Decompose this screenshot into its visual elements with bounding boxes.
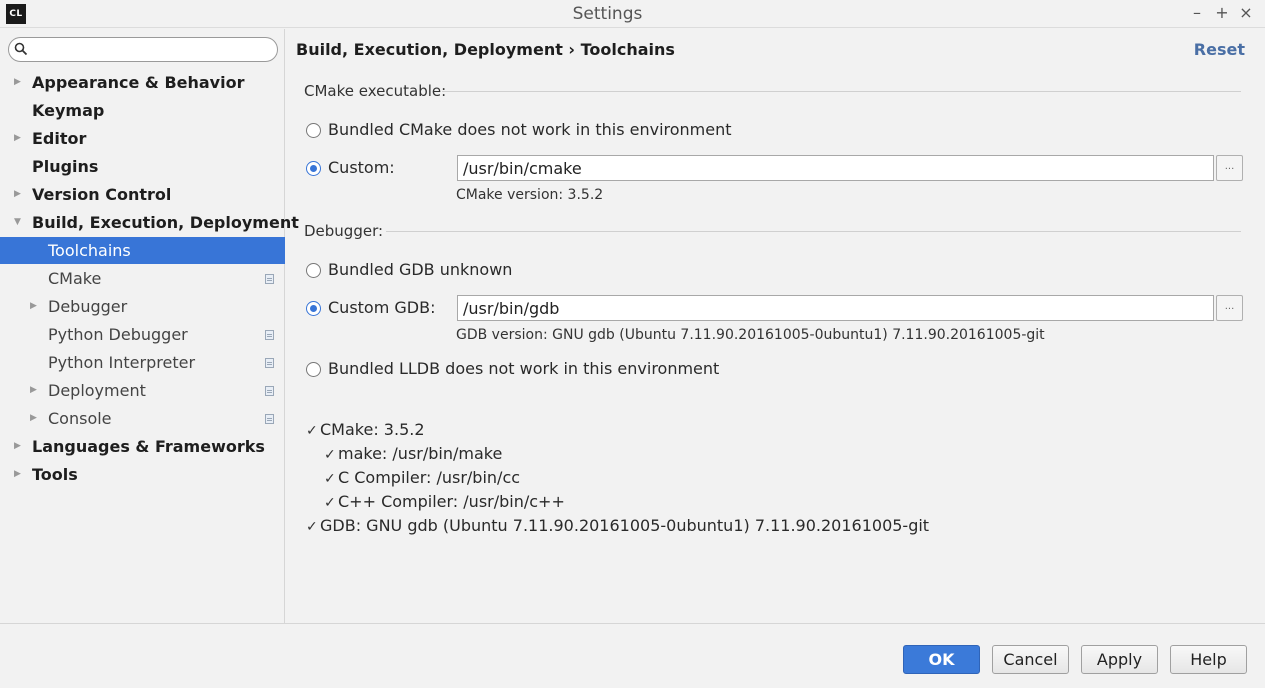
sidebar-item-label: Deployment — [48, 381, 146, 400]
sidebar-item-deployment[interactable]: ▶ Deployment — [0, 377, 285, 404]
make-check-row: ✓ make: /usr/bin/make — [324, 444, 502, 463]
close-icon[interactable]: × — [1236, 3, 1256, 23]
section-divider — [442, 91, 1241, 92]
cpp-compiler-check-row: ✓ C++ Compiler: /usr/bin/c++ — [324, 492, 565, 511]
custom-cmake-label: Custom: — [328, 158, 395, 177]
bundled-cmake-radio[interactable] — [306, 123, 321, 138]
sidebar-item-label: Keymap — [32, 101, 105, 120]
collapsed-arrow-icon[interactable]: ▶ — [30, 377, 37, 404]
cpp-compiler-check-text: C++ Compiler: /usr/bin/c++ — [338, 492, 565, 511]
sidebar-item-appearance-behavior[interactable]: ▶ Appearance & Behavior — [0, 69, 285, 96]
sidebar-item-toolchains[interactable]: Toolchains — [0, 237, 285, 264]
sidebar-item-tools[interactable]: ▶ Tools — [0, 461, 285, 488]
toolchains-panel: Build, Execution, Deployment › Toolchain… — [286, 29, 1265, 623]
title-bar: CL Settings – + × — [0, 0, 1265, 28]
settings-sidebar: ▶ Appearance & Behavior Keymap ▶ Editor Plugi… — [0, 29, 299, 623]
c-compiler-check-text: C Compiler: /usr/bin/cc — [338, 468, 521, 487]
sidebar-item-label: Debugger — [48, 297, 128, 316]
sidebar-item-languages-frameworks[interactable]: ▶ Languages & Frameworks — [0, 433, 285, 460]
sidebar-item-label: Console — [48, 409, 112, 428]
cmake-browse-button[interactable]: ... — [1216, 155, 1243, 181]
expanded-arrow-icon[interactable]: ▼ — [14, 209, 21, 236]
bundled-cmake-label: Bundled CMake does not work in this envi… — [328, 120, 732, 139]
bundled-gdb-label: Bundled GDB unknown — [328, 260, 513, 279]
sidebar-item-build-execution-deployment[interactable]: ▼ Build, Execution, Deployment — [0, 209, 299, 236]
project-level-icon — [265, 386, 274, 396]
check-icon: ✓ — [324, 471, 336, 487]
gdb-path-input[interactable] — [457, 295, 1214, 321]
c-compiler-check-row: ✓ C Compiler: /usr/bin/cc — [324, 468, 520, 487]
check-icon: ✓ — [324, 495, 336, 511]
collapsed-arrow-icon[interactable]: ▶ — [30, 405, 37, 432]
dialog-footer: OK Cancel Apply Help — [0, 623, 1265, 688]
check-icon: ✓ — [306, 423, 318, 439]
sidebar-item-label: Python Interpreter — [48, 353, 196, 372]
cmake-section-title: CMake executable: — [304, 82, 447, 100]
minimize-icon[interactable]: – — [1187, 3, 1207, 23]
search-icon — [14, 42, 28, 56]
cmake-check-row: ✓ CMake: 3.5.2 — [306, 420, 425, 439]
breadcrumb: Build, Execution, Deployment › Toolchain… — [296, 40, 675, 59]
sidebar-item-label: Languages & Frameworks — [32, 437, 265, 456]
ok-button[interactable]: OK — [903, 645, 980, 674]
project-level-icon — [265, 414, 274, 424]
bundled-lldb-label: Bundled LLDB does not work in this envir… — [328, 359, 720, 378]
sidebar-item-label: Appearance & Behavior — [32, 73, 245, 92]
gdb-version-text: GDB version: GNU gdb (Ubuntu 7.11.90.201… — [456, 327, 1045, 343]
sidebar-item-plugins[interactable]: Plugins — [0, 153, 285, 180]
gdb-check-text: GDB: GNU gdb (Ubuntu 7.11.90.20161005-0u… — [320, 516, 930, 535]
make-check-text: make: /usr/bin/make — [338, 444, 503, 463]
collapsed-arrow-icon[interactable]: ▶ — [30, 293, 37, 320]
check-icon: ✓ — [324, 447, 336, 463]
reset-link[interactable]: Reset — [1194, 40, 1245, 59]
bundled-lldb-radio[interactable] — [306, 362, 321, 377]
collapsed-arrow-icon[interactable]: ▶ — [14, 461, 21, 488]
collapsed-arrow-icon[interactable]: ▶ — [14, 69, 21, 96]
sidebar-item-label: CMake — [48, 269, 102, 288]
project-level-icon — [265, 274, 274, 284]
sidebar-item-label: Version Control — [32, 185, 172, 204]
gdb-check-row: ✓ GDB: GNU gdb (Ubuntu 7.11.90.20161005-0… — [306, 516, 929, 535]
custom-gdb-label: Custom GDB: — [328, 298, 436, 317]
sidebar-item-debugger[interactable]: ▶ Debugger — [0, 293, 285, 320]
custom-cmake-radio[interactable] — [306, 161, 321, 176]
debugger-section-title: Debugger: — [304, 222, 384, 240]
cmake-path-input[interactable] — [457, 155, 1214, 181]
collapsed-arrow-icon[interactable]: ▶ — [14, 433, 21, 460]
cmake-check-text: CMake: 3.5.2 — [320, 420, 425, 439]
search-box[interactable] — [8, 37, 278, 62]
apply-button[interactable]: Apply — [1081, 645, 1158, 674]
help-button[interactable]: Help — [1170, 645, 1247, 674]
collapsed-arrow-icon[interactable]: ▶ — [14, 181, 21, 208]
gdb-browse-button[interactable]: ... — [1216, 295, 1243, 321]
sidebar-item-keymap[interactable]: Keymap — [0, 97, 285, 124]
sidebar-item-python-interpreter[interactable]: Python Interpreter — [0, 349, 285, 376]
project-level-icon — [265, 358, 274, 368]
bundled-gdb-radio[interactable] — [306, 263, 321, 278]
sidebar-item-version-control[interactable]: ▶ Version Control — [0, 181, 285, 208]
section-divider — [386, 231, 1241, 232]
sidebar-item-label: Tools — [32, 465, 78, 484]
cmake-version-text: CMake version: 3.5.2 — [456, 187, 604, 203]
sidebar-item-label: Python Debugger — [48, 325, 188, 344]
sidebar-item-label: Build, Execution, Deployment — [32, 213, 299, 232]
sidebar-item-python-debugger[interactable]: Python Debugger — [0, 321, 285, 348]
collapsed-arrow-icon[interactable]: ▶ — [14, 125, 21, 152]
project-level-icon — [265, 330, 274, 340]
check-icon: ✓ — [306, 519, 318, 535]
sidebar-item-editor[interactable]: ▶ Editor — [0, 125, 285, 152]
sidebar-item-label: Plugins — [32, 157, 99, 176]
custom-gdb-radio[interactable] — [306, 301, 321, 316]
window-title: Settings — [572, 4, 643, 24]
search-input[interactable] — [33, 40, 271, 59]
sidebar-item-label: Toolchains — [48, 241, 131, 260]
maximize-icon[interactable]: + — [1212, 3, 1232, 23]
cancel-button[interactable]: Cancel — [992, 645, 1069, 674]
sidebar-item-cmake[interactable]: CMake — [0, 265, 285, 292]
sidebar-item-label: Editor — [32, 129, 87, 148]
sidebar-item-console[interactable]: ▶ Console — [0, 405, 285, 432]
